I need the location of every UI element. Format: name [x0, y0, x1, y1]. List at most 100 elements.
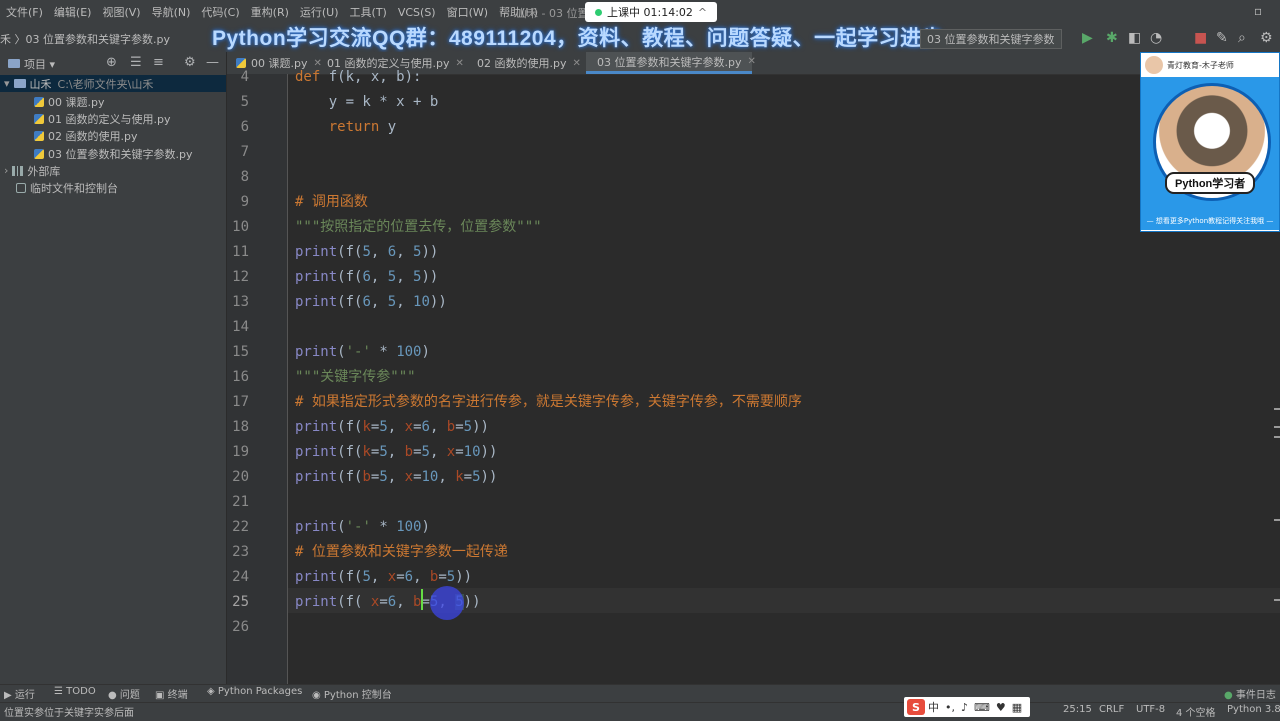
- code-line[interactable]: print(f(6, 5, 10)): [295, 290, 447, 315]
- tree-external-libraries[interactable]: › 外部库: [4, 162, 60, 179]
- run-configuration-label: 03 位置参数和关键字参数: [927, 33, 1055, 46]
- code-token: ): [421, 518, 430, 535]
- live-class-badge[interactable]: 上课中 01:14:02 ^: [585, 2, 718, 22]
- menu-vcs[interactable]: VCS(S): [398, 6, 436, 19]
- tree-file[interactable]: 01 函数的定义与使用.py: [34, 110, 170, 127]
- code-token: =: [413, 468, 422, 485]
- code-token: ,: [396, 293, 414, 310]
- tool-terminal[interactable]: ▣ 终端: [155, 686, 188, 701]
- code-line[interactable]: print('-' * 100): [295, 515, 430, 540]
- code-line[interactable]: return y: [295, 115, 396, 140]
- run-icon: ▶: [4, 690, 15, 701]
- tree-root-folder[interactable]: ▾ 山禾 C:\老师文件夹\山禾: [0, 75, 226, 92]
- menu-navigate[interactable]: 导航(N): [152, 4, 191, 20]
- tab-label: 02 函数的使用.py: [477, 57, 567, 70]
- number-token: 100: [396, 518, 422, 535]
- scrollbar-marker[interactable]: [1274, 436, 1280, 438]
- python-interpreter[interactable]: Python 3.8: [1227, 704, 1280, 715]
- code-line[interactable]: print(f(5, 6, 5)): [295, 240, 438, 265]
- expand-all-icon[interactable]: ☰: [130, 55, 142, 70]
- webcam-header: 青灯教育-木子老师: [1141, 53, 1279, 77]
- profile-icon[interactable]: ◔: [1150, 30, 1162, 46]
- menu-view[interactable]: 视图(V): [102, 4, 140, 20]
- code-line[interactable]: print(f(k=5, b=5, x=10)): [295, 440, 497, 465]
- coverage-icon[interactable]: ◧: [1128, 30, 1141, 46]
- debug-icon[interactable]: ✱: [1106, 30, 1118, 46]
- tab-file-03[interactable]: 03 位置参数和关键字参数.py ✕: [586, 52, 756, 74]
- tree-file[interactable]: 00 课题.py: [34, 93, 104, 110]
- tree-file[interactable]: 02 函数的使用.py: [34, 127, 137, 144]
- indent-setting[interactable]: 4 个空格: [1176, 704, 1216, 719]
- string-token: '-': [345, 518, 371, 535]
- tool-run[interactable]: ▶ 运行: [4, 686, 35, 701]
- code-line-comment[interactable]: # 如果指定形式参数的名字进行传参，就是关键字传参，关键字传参，不需要顺序: [295, 390, 802, 415]
- close-icon[interactable]: ✕: [747, 56, 755, 67]
- tree-scratches[interactable]: 临时文件和控制台: [16, 179, 118, 196]
- code-line[interactable]: print(f(6, 5, 5)): [295, 265, 438, 290]
- python-file-icon: [34, 130, 44, 141]
- code-token: ,: [370, 293, 388, 310]
- stop-icon[interactable]: ■: [1194, 30, 1207, 46]
- menu-run[interactable]: 运行(U): [300, 4, 339, 20]
- caret-position[interactable]: 25:15: [1063, 704, 1092, 715]
- code-line[interactable]: print(f(b=5, x=10, k=5)): [295, 465, 497, 490]
- hide-icon[interactable]: —: [206, 55, 219, 70]
- file-name: 02 函数的使用.py: [48, 129, 138, 143]
- scrollbar-marker[interactable]: [1274, 408, 1280, 410]
- chevron-down-icon: ▾: [4, 77, 10, 90]
- tool-event-log[interactable]: ● 事件日志: [1224, 686, 1276, 701]
- code-token: =: [379, 593, 388, 610]
- menu-window[interactable]: 窗口(W): [447, 4, 488, 20]
- close-icon[interactable]: ✕: [572, 58, 580, 69]
- code-token: ,: [429, 443, 447, 460]
- code-line[interactable]: y = k * x + b: [295, 90, 439, 115]
- run-configuration-select[interactable]: 03 位置参数和关键字参数: [920, 29, 1062, 49]
- restore-window-icon[interactable]: ▫: [1254, 4, 1262, 18]
- code-line-docstring[interactable]: """按照指定的位置去传，位置参数""": [295, 215, 542, 240]
- scrollbar-marker[interactable]: [1274, 426, 1280, 428]
- number-token: 6: [387, 243, 397, 260]
- menu-tools[interactable]: 工具(T): [350, 4, 387, 20]
- line-number: 19: [232, 443, 249, 460]
- param-token: k: [362, 443, 371, 460]
- python-file-icon: [34, 148, 44, 159]
- vcs-icon[interactable]: ✎: [1216, 30, 1228, 46]
- tab-file-02[interactable]: 02 函数的使用.py ✕: [466, 52, 584, 74]
- tool-python-packages[interactable]: ◈ Python Packages: [207, 686, 302, 697]
- run-icon[interactable]: ▶: [1082, 30, 1093, 46]
- search-icon[interactable]: ⌕: [1238, 30, 1246, 46]
- code-line[interactable]: print('-' * 100): [295, 340, 430, 365]
- scrollbar-marker[interactable]: [1274, 599, 1280, 601]
- keyword-token: def: [295, 68, 321, 85]
- code-token: (: [337, 518, 346, 535]
- menu-file[interactable]: 文件(F): [6, 4, 43, 20]
- menu-edit[interactable]: 编辑(E): [54, 4, 92, 20]
- collapse-all-icon[interactable]: ≡: [153, 55, 164, 70]
- tool-python-console[interactable]: ◉ Python 控制台: [312, 686, 392, 701]
- code-line[interactable]: def f(k, x, b):: [295, 65, 421, 90]
- tool-problems[interactable]: ● 问题: [108, 686, 140, 701]
- line-separator[interactable]: CRLF: [1099, 704, 1124, 715]
- code-line-comment[interactable]: # 位置参数和关键字参数一起传递: [295, 540, 508, 565]
- menu-refactor[interactable]: 重构(R): [251, 4, 289, 20]
- number-token: 100: [396, 343, 422, 360]
- code-token: (f(: [337, 243, 363, 260]
- builtin-token: print: [295, 243, 338, 260]
- close-icon[interactable]: ✕: [455, 58, 463, 69]
- locate-icon[interactable]: ⊕: [106, 55, 117, 70]
- code-line-docstring[interactable]: """关键字传参""": [295, 365, 416, 390]
- number-token: 5: [379, 468, 388, 485]
- tool-todo[interactable]: ☰ TODO: [54, 686, 96, 697]
- code-line-comment[interactable]: # 调用函数: [295, 190, 368, 215]
- tree-file[interactable]: 03 位置参数和关键字参数.py: [34, 145, 192, 162]
- file-encoding[interactable]: UTF-8: [1136, 704, 1165, 715]
- gear-icon[interactable]: ⚙: [184, 55, 196, 70]
- settings-icon[interactable]: ⚙: [1260, 30, 1273, 46]
- project-panel-title[interactable]: 项目 ▾: [8, 56, 55, 72]
- menu-code[interactable]: 代码(C): [201, 4, 239, 20]
- breadcrumb[interactable]: 禾 〉03 位置参数和关键字参数.py: [0, 31, 170, 47]
- scrollbar-marker[interactable]: [1274, 519, 1280, 521]
- code-line[interactable]: print(f(k=5, x=6, b=5)): [295, 415, 489, 440]
- microphone-icon: ♪: [961, 700, 969, 714]
- ime-toolbar[interactable]: S 中 •, ♪ ⌨ ♥ ▦: [904, 697, 1030, 717]
